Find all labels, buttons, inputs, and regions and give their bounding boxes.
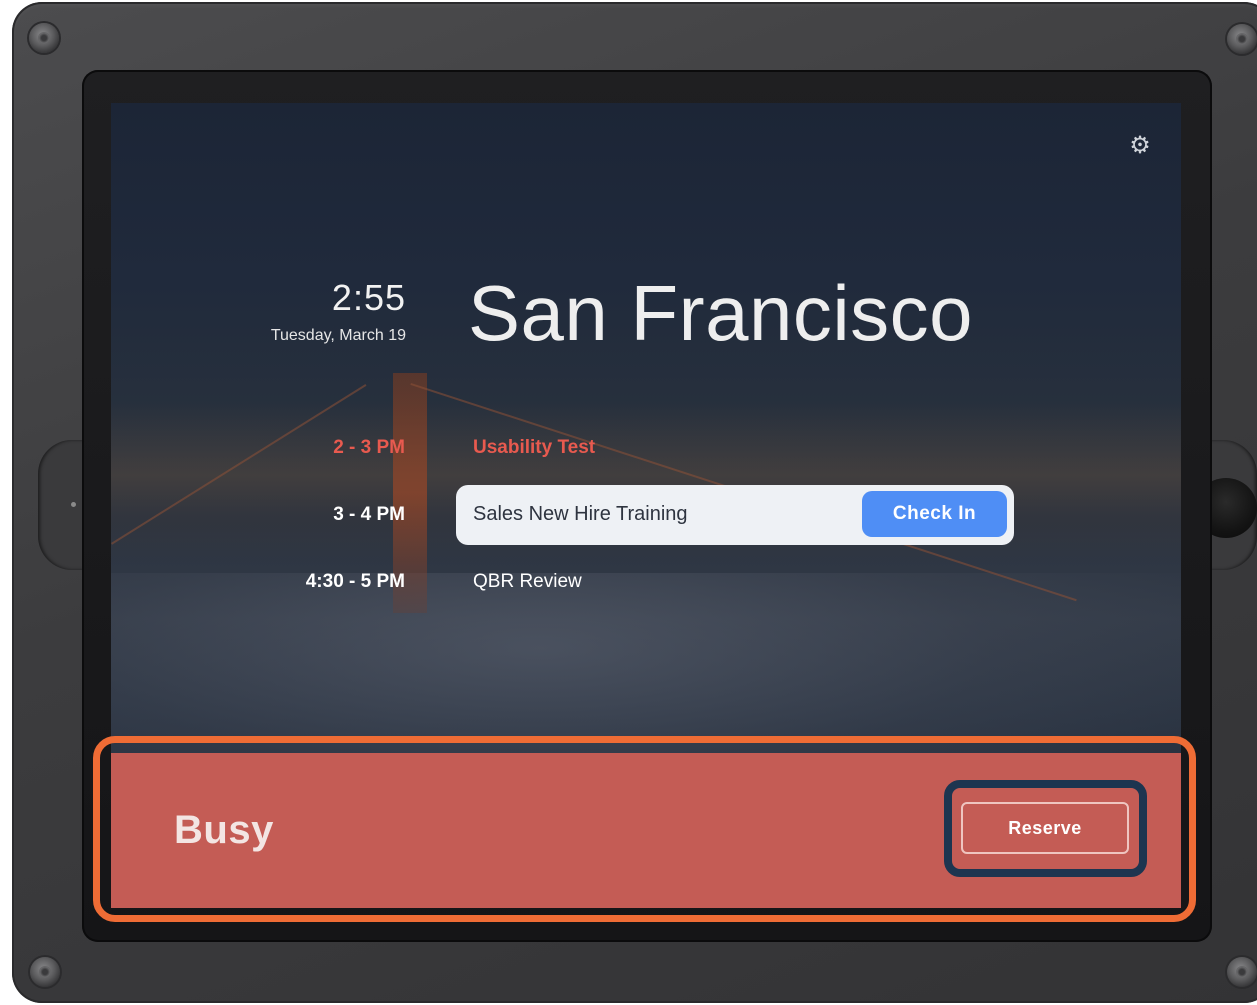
screw-icon — [30, 957, 60, 987]
meeting-title-current: Sales New Hire Training — [473, 503, 688, 525]
gear-icon[interactable]: ⚙ — [1127, 133, 1153, 159]
meeting-time-past: 2 - 3 PM — [333, 437, 405, 458]
meeting-title-past: Usability Test — [473, 437, 596, 458]
check-in-button[interactable]: Check In — [862, 491, 1007, 537]
screw-icon — [29, 23, 59, 53]
current-meeting-card[interactable]: Sales New Hire Training Check In — [456, 485, 1014, 545]
meeting-title-upcoming: QBR Review — [473, 571, 582, 592]
current-time: 2:55 — [331, 277, 406, 318]
room-name: San Francisco — [468, 269, 974, 357]
screw-icon — [1227, 24, 1257, 54]
status-highlight-box — [93, 736, 1196, 922]
meeting-time-upcoming: 4:30 - 5 PM — [305, 571, 405, 592]
current-date: Tuesday, March 19 — [270, 327, 406, 344]
screw-icon — [1227, 957, 1257, 987]
meeting-time-current: 3 - 4 PM — [333, 504, 405, 525]
